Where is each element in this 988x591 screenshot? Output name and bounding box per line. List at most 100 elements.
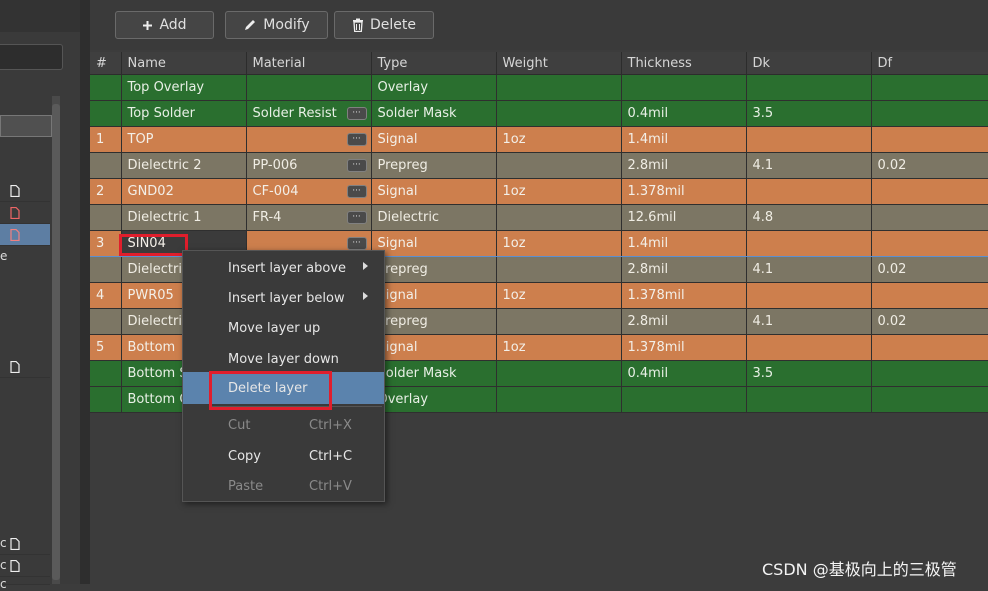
cell-type[interactable]: Prepreg — [371, 256, 497, 283]
cell-type[interactable]: Solder Mask — [371, 100, 497, 127]
menu-item-paste[interactable]: Paste Ctrl+V — [183, 472, 384, 500]
cell-df[interactable] — [871, 334, 988, 361]
cell-df[interactable] — [871, 230, 988, 257]
column-header-name[interactable]: Name — [121, 52, 247, 75]
cell-df[interactable]: 0.02 — [871, 152, 988, 179]
cell-type[interactable]: Signal — [371, 334, 497, 361]
cell-thickness[interactable]: 12.6mil — [621, 204, 747, 231]
left-scrollbar-thumb[interactable] — [52, 104, 60, 580]
cell-num[interactable]: 2 — [90, 178, 122, 205]
left-tree-item[interactable]: c — [0, 555, 50, 577]
column-header-df[interactable]: Df — [871, 52, 988, 75]
cell-weight[interactable] — [496, 204, 622, 231]
cell-df[interactable]: 0.02 — [871, 308, 988, 335]
cell-df[interactable] — [871, 126, 988, 153]
cell-name[interactable]: Top Overlay — [121, 74, 247, 101]
menu-item-move-layer-down[interactable]: Move layer down — [183, 345, 384, 373]
left-tree-item-selected[interactable] — [0, 224, 50, 246]
cell-type[interactable]: Overlay — [371, 74, 497, 101]
cell-df[interactable] — [871, 282, 988, 309]
cell-thickness[interactable] — [621, 386, 747, 413]
cell-num[interactable] — [90, 204, 122, 231]
column-header-material[interactable]: Material — [246, 52, 372, 75]
more-options-icon[interactable]: ··· — [346, 211, 367, 224]
cell-name[interactable]: Top Solder — [121, 100, 247, 127]
cell-weight[interactable] — [496, 308, 622, 335]
cell-thickness[interactable]: 1.378mil — [621, 178, 747, 205]
more-options-icon[interactable]: ··· — [346, 185, 367, 198]
cell-df[interactable]: 0.02 — [871, 256, 988, 283]
cell-num[interactable]: 4 — [90, 282, 122, 309]
cell-type[interactable]: Signal — [371, 126, 497, 153]
more-options-icon[interactable]: ··· — [346, 159, 367, 172]
left-tree-item[interactable]: c — [0, 533, 50, 555]
cell-df[interactable] — [871, 100, 988, 127]
cell-dk[interactable] — [746, 178, 872, 205]
column-header-weight[interactable]: Weight — [496, 52, 622, 75]
cell-weight[interactable]: 1oz — [496, 334, 622, 361]
column-header-num[interactable]: # — [90, 52, 122, 75]
cell-type[interactable]: Dielectric — [371, 204, 497, 231]
table-row[interactable]: 2 GND02 CF-004 ··· Signal 1oz 1.378mil — [90, 178, 988, 205]
cell-type[interactable]: Prepreg — [371, 152, 497, 179]
modify-button[interactable]: Modify — [225, 11, 328, 39]
cell-df[interactable] — [871, 74, 988, 101]
cell-df[interactable] — [871, 204, 988, 231]
menu-item-copy[interactable]: Copy Ctrl+C — [183, 442, 384, 470]
cell-num[interactable] — [90, 308, 122, 335]
cell-weight[interactable]: 1oz — [496, 282, 622, 309]
cell-weight[interactable]: 1oz — [496, 178, 622, 205]
cell-weight[interactable] — [496, 74, 622, 101]
cell-name[interactable]: Dielectric 2 — [121, 152, 247, 179]
cell-df[interactable] — [871, 386, 988, 413]
cell-thickness[interactable]: 2.8mil — [621, 152, 747, 179]
cell-dk[interactable] — [746, 386, 872, 413]
more-options-icon[interactable]: ··· — [346, 107, 367, 120]
cell-weight[interactable] — [496, 100, 622, 127]
cell-num[interactable] — [90, 386, 122, 413]
cell-material[interactable] — [246, 74, 372, 101]
cell-name[interactable]: TOP — [121, 126, 247, 153]
cell-dk[interactable]: 3.5 — [746, 360, 872, 387]
cell-num[interactable]: 1 — [90, 126, 122, 153]
cell-thickness[interactable]: 1.378mil — [621, 282, 747, 309]
cell-num[interactable]: 5 — [90, 334, 122, 361]
cell-df[interactable] — [871, 178, 988, 205]
cell-thickness[interactable]: 2.8mil — [621, 256, 747, 283]
cell-dk[interactable]: 4.1 — [746, 152, 872, 179]
cell-weight[interactable] — [496, 360, 622, 387]
table-row[interactable]: Dielectric 2 PP-006 ··· Prepreg 2.8mil 4.1 0.0… — [90, 152, 988, 179]
cell-thickness[interactable]: 1.4mil — [621, 230, 747, 257]
table-row[interactable]: Top Overlay Overlay — [90, 74, 988, 101]
cell-material[interactable]: PP-006 ··· — [246, 152, 372, 179]
cell-thickness[interactable]: 0.4mil — [621, 360, 747, 387]
panel-splitter[interactable] — [80, 0, 90, 584]
cell-material[interactable]: Solder Resist ··· — [246, 100, 372, 127]
cell-dk[interactable] — [746, 126, 872, 153]
cell-type[interactable]: Overlay — [371, 386, 497, 413]
cell-weight[interactable] — [496, 152, 622, 179]
cell-weight[interactable] — [496, 386, 622, 413]
cell-num[interactable] — [90, 360, 122, 387]
left-tree-item[interactable] — [0, 180, 50, 202]
cell-thickness[interactable]: 1.378mil — [621, 334, 747, 361]
cell-dk[interactable]: 3.5 — [746, 100, 872, 127]
add-button[interactable]: Add — [115, 11, 214, 39]
left-tree-item[interactable] — [0, 202, 50, 224]
cell-thickness[interactable] — [621, 74, 747, 101]
table-row[interactable]: Top Solder Solder Resist ··· Solder Mask 0.4… — [90, 100, 988, 127]
cell-type[interactable]: Signal — [371, 230, 497, 257]
more-options-icon[interactable]: ··· — [346, 133, 367, 146]
column-header-dk[interactable]: Dk — [746, 52, 872, 75]
table-row[interactable]: Dielectric 1 FR-4 ··· Dielectric 12.6mil 4.8 — [90, 204, 988, 231]
left-search-field[interactable] — [0, 44, 63, 70]
delete-button[interactable]: Delete — [334, 11, 434, 39]
more-options-icon[interactable]: ··· — [346, 237, 367, 250]
cell-thickness[interactable]: 1.4mil — [621, 126, 747, 153]
cell-name[interactable]: Dielectric 1 — [121, 204, 247, 231]
cell-dk[interactable]: 4.1 — [746, 256, 872, 283]
cell-material[interactable]: ··· — [246, 126, 372, 153]
cell-dk[interactable] — [746, 230, 872, 257]
cell-type[interactable]: Prepreg — [371, 308, 497, 335]
cell-dk[interactable]: 4.1 — [746, 308, 872, 335]
